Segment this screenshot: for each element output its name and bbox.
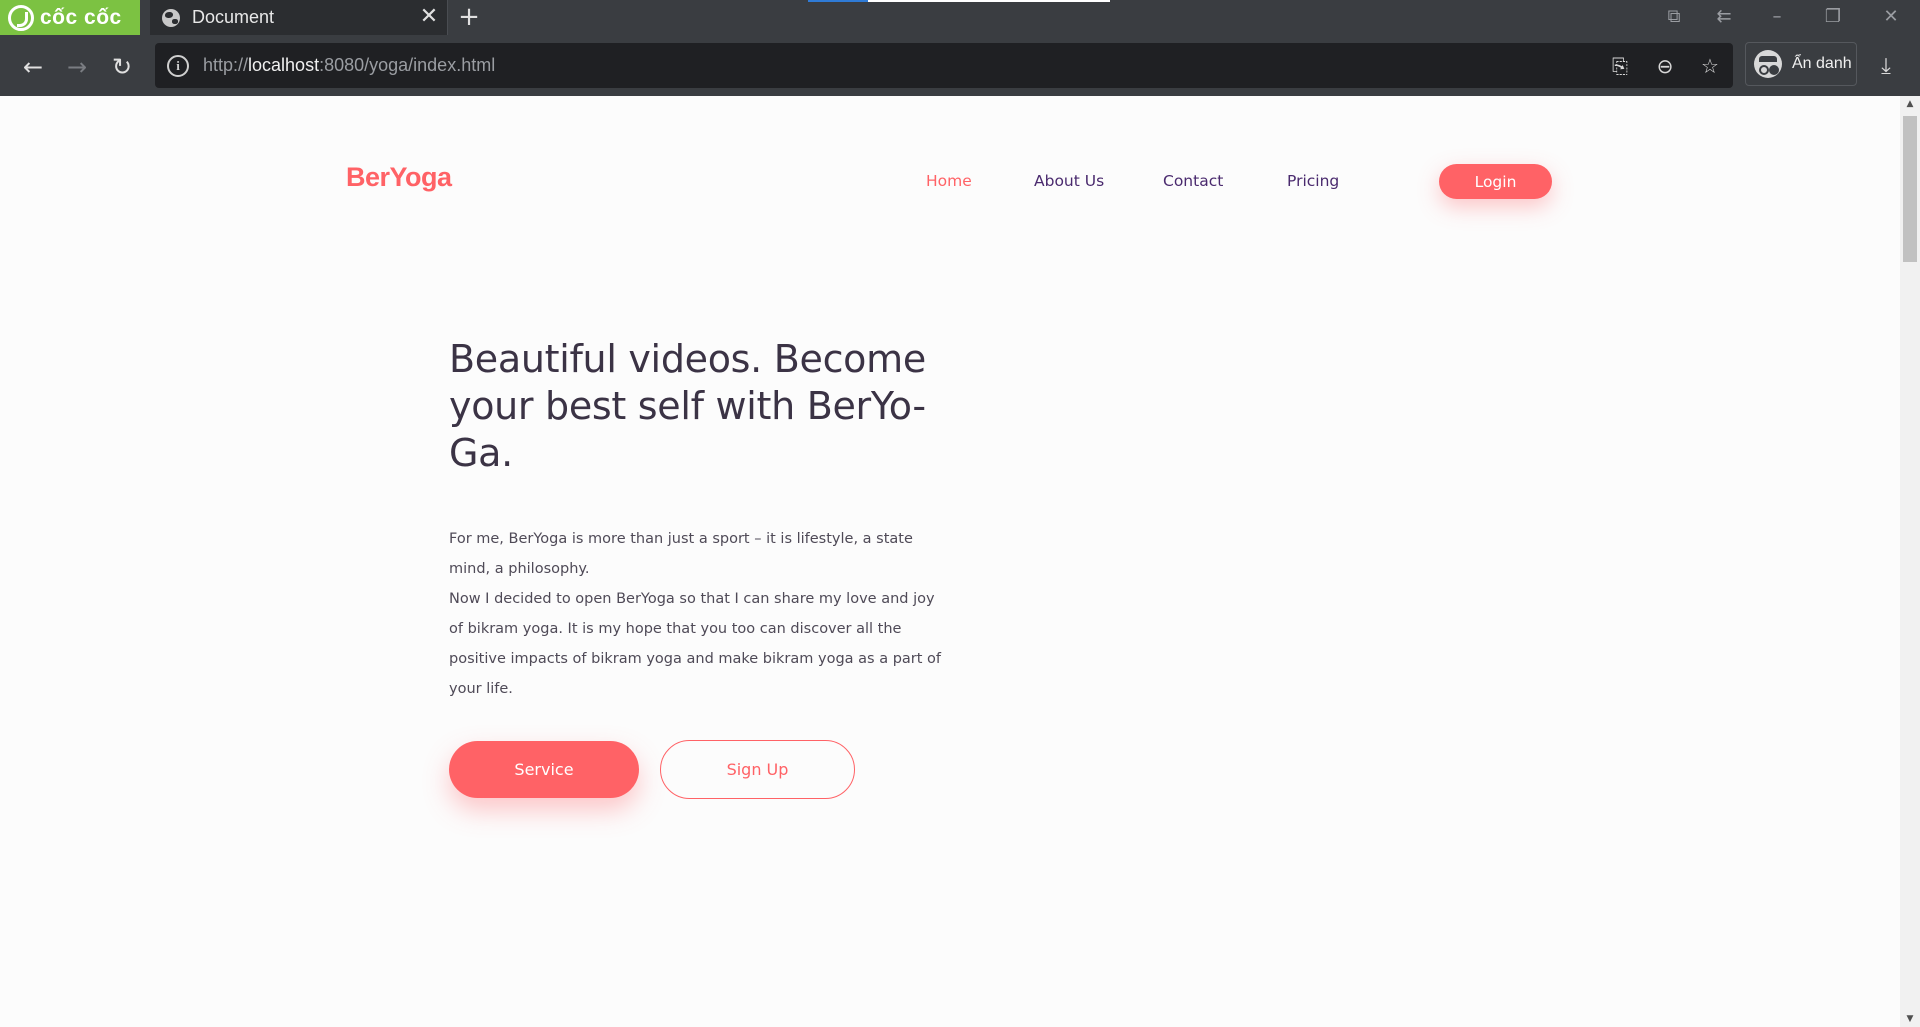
hero-paragraph-2: Now I decided to open BerYoga so that I … [449,591,942,697]
reload-icon[interactable]: ↻ [106,51,138,83]
forward-arrow-icon[interactable]: → [61,51,93,83]
globe-icon [162,8,180,27]
nav-link-home[interactable]: Home [926,172,972,190]
login-button[interactable]: Login [1439,164,1552,199]
browser-toolbar: ← → ↻ i http://localhost:8080/yoga/index… [0,35,1920,96]
incognito-label: Ẩn danh [1792,55,1852,72]
service-button[interactable]: Service [449,741,639,798]
page-viewport: BerYoga Home About Us Contact Pricing Lo… [0,96,1900,1027]
minimize-icon[interactable]: – [1763,4,1791,30]
hero-paragraph-1: For me, BerYoga is more than just a spor… [449,531,913,577]
window-close-icon[interactable]: ✕ [1877,4,1905,30]
sidebar-toggle-icon[interactable]: ⇇ [1710,4,1738,30]
sign-up-button[interactable]: Sign Up [660,740,855,799]
bookmark-star-icon[interactable]: ☆ [1697,53,1723,79]
scroll-down-arrow-icon[interactable]: ▼ [1900,1011,1920,1027]
restore-icon[interactable]: ❐ [1819,4,1847,30]
hero-description: For me, BerYoga is more than just a spor… [449,524,949,704]
info-icon[interactable]: i [167,54,189,77]
nav-link-pricing[interactable]: Pricing [1287,172,1339,190]
tab-title: Document [192,7,275,27]
hero-title: Beautiful videos. Become your best self … [449,337,926,475]
browser-brand[interactable]: cốc cốc [0,0,140,35]
incognito-badge[interactable]: Ẩn danh [1745,42,1857,86]
scrollbar-thumb[interactable] [1903,116,1917,262]
new-tab-icon[interactable]: + [456,4,482,30]
tab-loading-bar [808,0,1110,2]
back-arrow-icon[interactable]: ← [17,51,49,83]
close-icon[interactable]: ✕ [419,6,439,28]
url-text[interactable]: http://localhost:8080/yoga/index.html [203,55,495,76]
coccoc-logo-icon [8,4,34,31]
screen-capture-icon[interactable]: ⧉ [1660,4,1688,30]
translate-icon[interactable]: ⎘ [1607,53,1633,79]
browser-tab-document[interactable]: Document ✕ [150,0,448,35]
page-scrollbar[interactable]: ▲ ▼ [1900,96,1920,1027]
site-logo[interactable]: BerYoga [346,162,452,193]
scroll-up-arrow-icon[interactable]: ▲ [1900,96,1920,112]
browser-tab-bar: cốc cốc Document ✕ + ⧉ ⇇ – ❐ ✕ [0,0,1920,35]
nav-link-contact[interactable]: Contact [1163,172,1223,190]
zoom-out-icon[interactable]: ⊖ [1652,53,1678,79]
download-icon[interactable]: ⤓ [1870,51,1902,83]
browser-brand-name: cốc cốc [40,5,122,29]
incognito-icon [1754,50,1782,78]
address-bar[interactable]: i http://localhost:8080/yoga/index.html … [155,43,1733,88]
nav-link-about-us[interactable]: About Us [1034,172,1104,190]
